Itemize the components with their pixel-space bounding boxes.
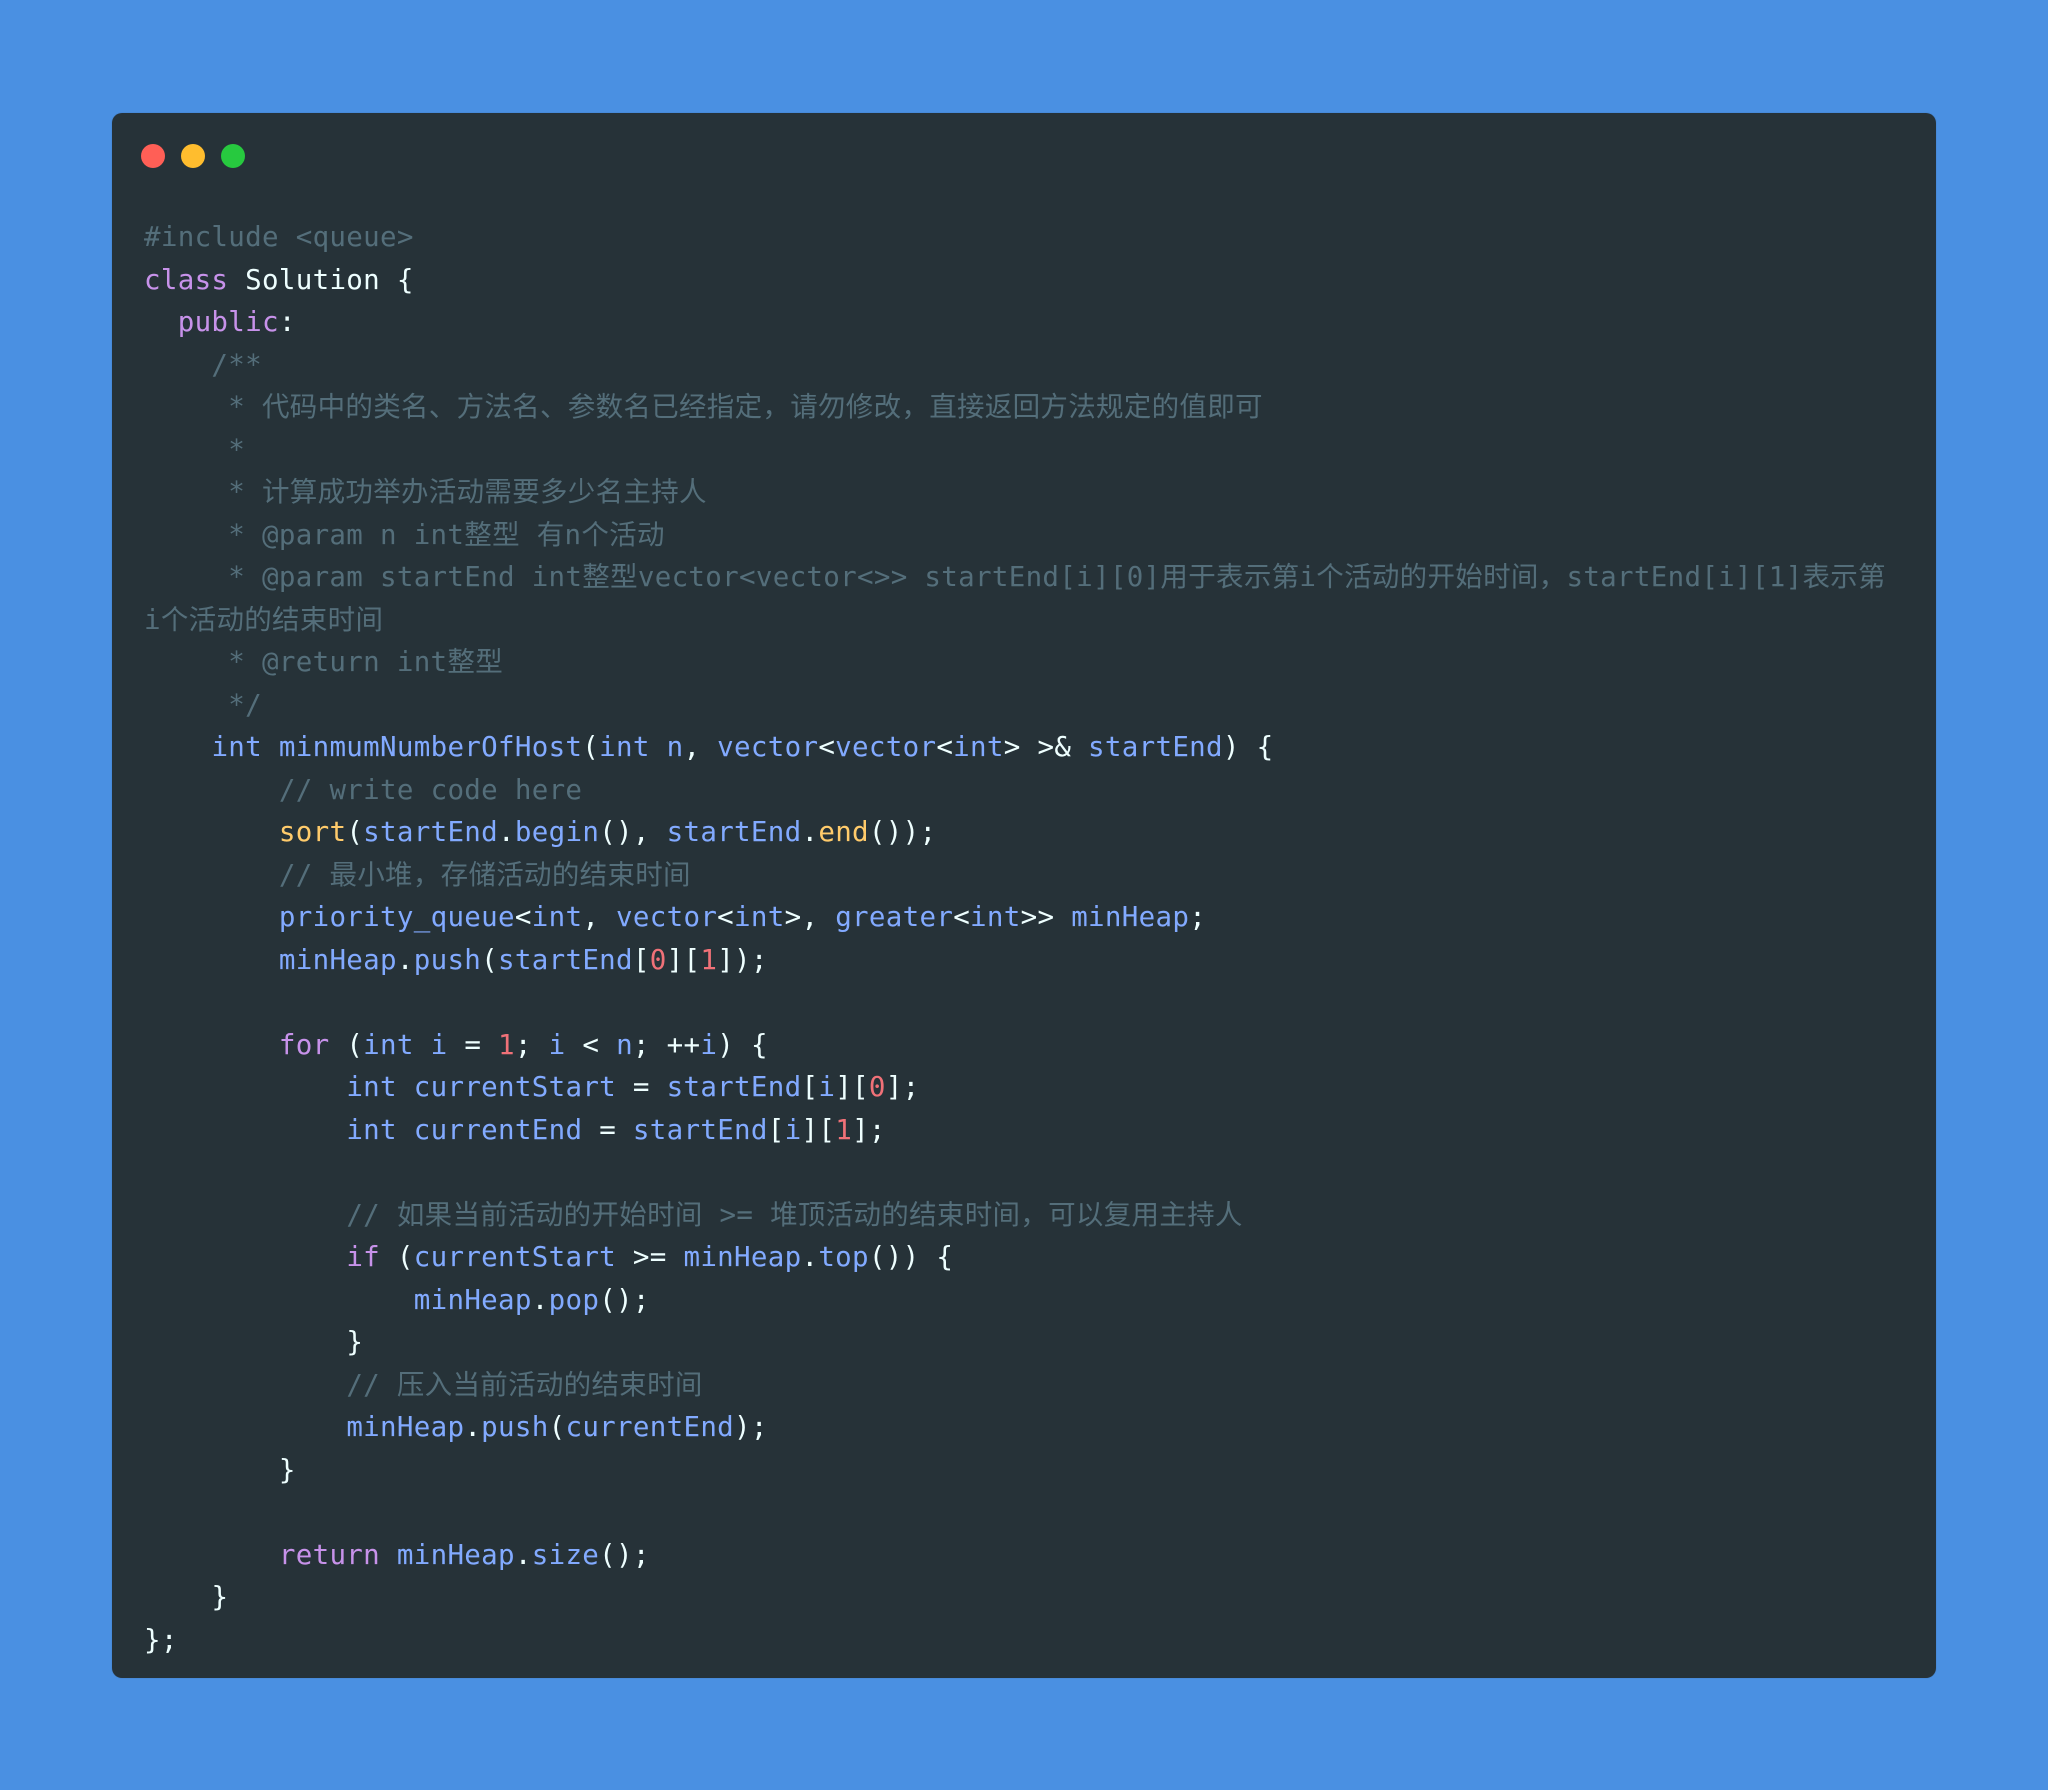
code-line: public: bbox=[177, 306, 296, 338]
code-line: * bbox=[144, 433, 246, 466]
code-line: ​ bbox=[144, 1151, 1924, 1194]
code-line: // 如果当前活动的开始时间 >= 堆顶活动的结束时间，可以复用主持人 bbox=[346, 1198, 1243, 1231]
code-line: * @return int整型 bbox=[144, 646, 504, 678]
code-line: ​ bbox=[144, 1491, 1924, 1534]
code-line: for (int i = 1; i < n; ++i) { bbox=[278, 1028, 768, 1061]
code-line: */ bbox=[144, 688, 262, 721]
code-window: #include <queue> class Solution { public:… bbox=[112, 113, 1936, 1678]
code-line: } bbox=[278, 1453, 296, 1486]
code-line: return minHeap.size(); bbox=[278, 1538, 650, 1571]
code-line: int currentEnd = startEnd[i][1]; bbox=[346, 1113, 886, 1146]
minimize-button[interactable] bbox=[181, 144, 205, 168]
code-line: // 压入当前活动的结束时间 bbox=[346, 1368, 703, 1401]
code-line: minHeap.push(currentEnd); bbox=[346, 1411, 768, 1443]
code-line: #include <queue> bbox=[144, 221, 414, 253]
code-line: } bbox=[211, 1581, 229, 1613]
code-line: * @param n int整型 有n个活动 bbox=[144, 518, 665, 551]
code-line: /** bbox=[144, 348, 262, 381]
code-line: minHeap.push(startEnd[0][1]); bbox=[278, 943, 768, 976]
code-line: priority_queue<int, vector<int>, greater… bbox=[278, 901, 1207, 933]
code-line: // write code here bbox=[278, 773, 583, 806]
traffic-lights bbox=[141, 144, 245, 168]
code-line: minHeap.pop(); bbox=[413, 1283, 650, 1316]
code-line: // 最小堆，存储活动的结束时间 bbox=[278, 858, 691, 891]
code-line: int minmumNumberOfHost(int n, vector<vec… bbox=[211, 731, 1274, 763]
close-button[interactable] bbox=[141, 144, 165, 168]
code-line: * 代码中的类名、方法名、参数名已经指定，请勿修改，直接返回方法规定的值即可 bbox=[144, 391, 1263, 423]
code-line: } bbox=[346, 1326, 364, 1358]
code-line: ​ bbox=[144, 981, 1924, 1024]
code-line: sort(startEnd.begin(), startEnd.end()); bbox=[278, 816, 937, 848]
code-block: #include <queue> class Solution { public:… bbox=[144, 216, 1924, 1661]
code-line: i个活动的结束时间 bbox=[144, 603, 384, 636]
code-line: class Solution { bbox=[144, 263, 414, 296]
code-line: * 计算成功举办活动需要多少名主持人 bbox=[144, 476, 707, 508]
code-line: if (currentStart >= minHeap.top()) { bbox=[346, 1241, 954, 1273]
code-line: int currentStart = startEnd[i][0]; bbox=[346, 1071, 920, 1103]
maximize-button[interactable] bbox=[221, 144, 245, 168]
code-line: * @param startEnd int整型vector<vector<>> … bbox=[144, 561, 1886, 593]
code-line: }; bbox=[144, 1623, 178, 1656]
